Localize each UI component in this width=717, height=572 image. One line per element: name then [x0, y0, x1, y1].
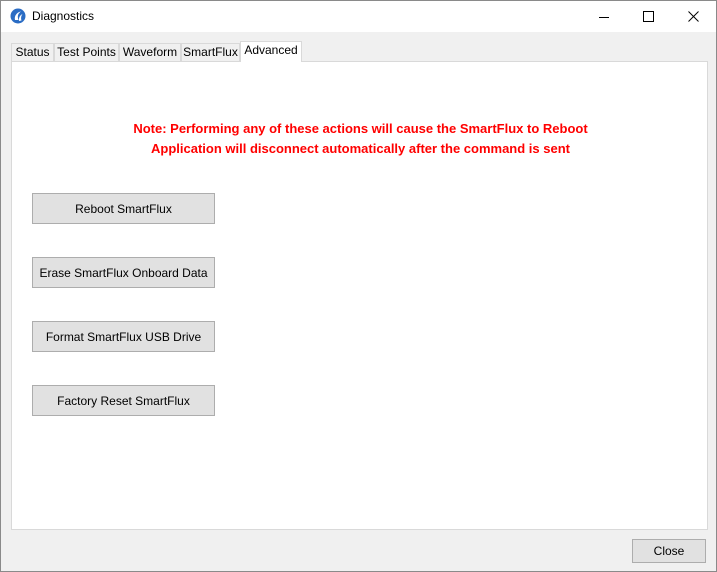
tab-smartflux[interactable]: SmartFlux: [181, 43, 240, 61]
tab-waveform[interactable]: Waveform: [119, 43, 181, 61]
close-window-button[interactable]: [670, 1, 716, 32]
tab-test-points[interactable]: Test Points: [54, 43, 119, 61]
tab-advanced[interactable]: Advanced: [240, 41, 302, 62]
maximize-icon: [642, 11, 654, 22]
app-swirl-icon: [10, 8, 26, 24]
minimize-icon: [599, 12, 609, 22]
window-title: Diagnostics: [32, 9, 95, 23]
close-icon: [687, 11, 699, 22]
maximize-button[interactable]: [625, 1, 671, 32]
warning-note-line-2: Application will disconnect automaticall…: [151, 141, 570, 156]
format-usb-drive-button[interactable]: Format SmartFlux USB Drive: [32, 321, 215, 352]
erase-onboard-data-button[interactable]: Erase SmartFlux Onboard Data: [32, 257, 215, 288]
diagnostics-window: Diagnostics Status Test Points Waveform …: [0, 0, 717, 572]
warning-note-line-1: Note: Performing any of these actions wi…: [133, 121, 588, 136]
close-button[interactable]: Close: [632, 539, 706, 563]
factory-reset-button[interactable]: Factory Reset SmartFlux: [32, 385, 215, 416]
advanced-tab-panel: Note: Performing any of these actions wi…: [11, 61, 708, 530]
reboot-smartflux-button[interactable]: Reboot SmartFlux: [32, 193, 215, 224]
minimize-button[interactable]: [581, 1, 627, 32]
title-bar[interactable]: Diagnostics: [1, 1, 716, 32]
tab-status[interactable]: Status: [11, 43, 54, 61]
